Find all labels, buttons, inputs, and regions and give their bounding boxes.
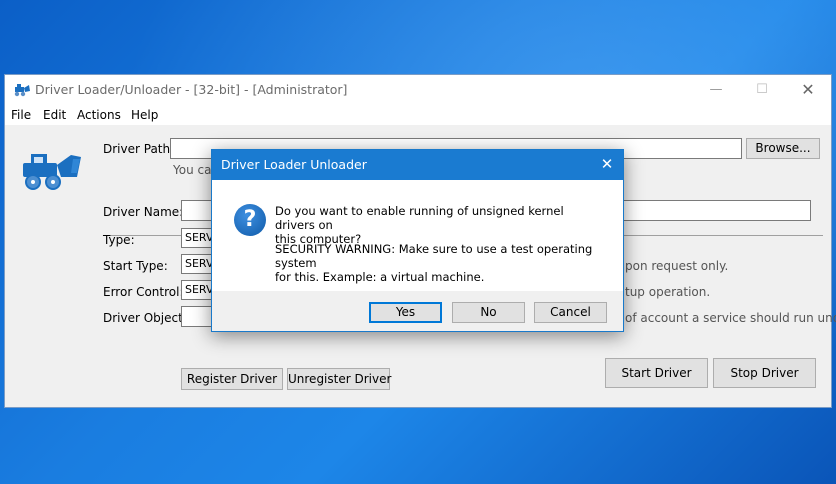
driver-object-hint: of account a service should run under. [625,311,836,325]
stop-driver-button[interactable]: Stop Driver [713,358,816,388]
dialog-title: Driver Loader Unloader [221,157,367,172]
yes-button[interactable]: Yes [369,302,442,323]
bulldozer-icon [14,84,30,97]
question-icon: ? [234,204,266,236]
warning-line-1: SECURITY WARNING: Make sure to use a tes… [275,242,593,270]
warning-line-2: for this. Example: a virtual machine. [275,270,485,284]
menu-help[interactable]: Help [131,108,158,122]
no-button[interactable]: No [452,302,525,323]
dialog-title-bar: Driver Loader Unloader ✕ [212,150,623,180]
dialog-close-button[interactable]: ✕ [599,155,615,173]
close-window-button[interactable]: ✕ [785,75,831,105]
start-type-label: Start Type: [103,259,168,273]
start-type-hint: pon request only. [625,259,729,273]
driver-path-label: Driver Path: [103,142,175,156]
window-title: Driver Loader/Unloader - [32-bit] - [Adm… [35,82,348,97]
driver-logo-icon [23,154,81,190]
dialog-button-bar: Yes No Cancel [212,291,623,331]
driver-name-label: Driver Name: [103,205,184,219]
maximize-button[interactable]: ☐ [739,75,785,105]
register-driver-button[interactable]: Register Driver [181,368,283,390]
question-line-1: Do you want to enable running of unsigne… [275,204,564,232]
menu-actions[interactable]: Actions [77,108,121,122]
unregister-driver-button[interactable]: Unregister Driver [287,368,391,390]
confirm-dialog: Driver Loader Unloader ✕ ? Do you want t… [211,149,624,332]
error-control-hint: tup operation. [625,285,711,299]
error-control-label: Error Control: [103,285,184,299]
browse-button[interactable]: Browse... [746,138,820,159]
menu-bar: File Edit Actions Help [5,105,831,125]
minimize-button[interactable]: — [693,75,739,105]
cancel-button[interactable]: Cancel [534,302,607,323]
dialog-question: Do you want to enable running of unsigne… [275,204,605,246]
title-bar: Driver Loader/Unloader - [32-bit] - [Adm… [5,75,831,105]
type-label: Type: [103,233,135,247]
menu-file[interactable]: File [11,108,31,122]
dialog-warning: SECURITY WARNING: Make sure to use a tes… [275,242,605,284]
start-driver-button[interactable]: Start Driver [605,358,708,388]
driver-object-label: Driver Object: [103,311,187,325]
menu-edit[interactable]: Edit [43,108,66,122]
